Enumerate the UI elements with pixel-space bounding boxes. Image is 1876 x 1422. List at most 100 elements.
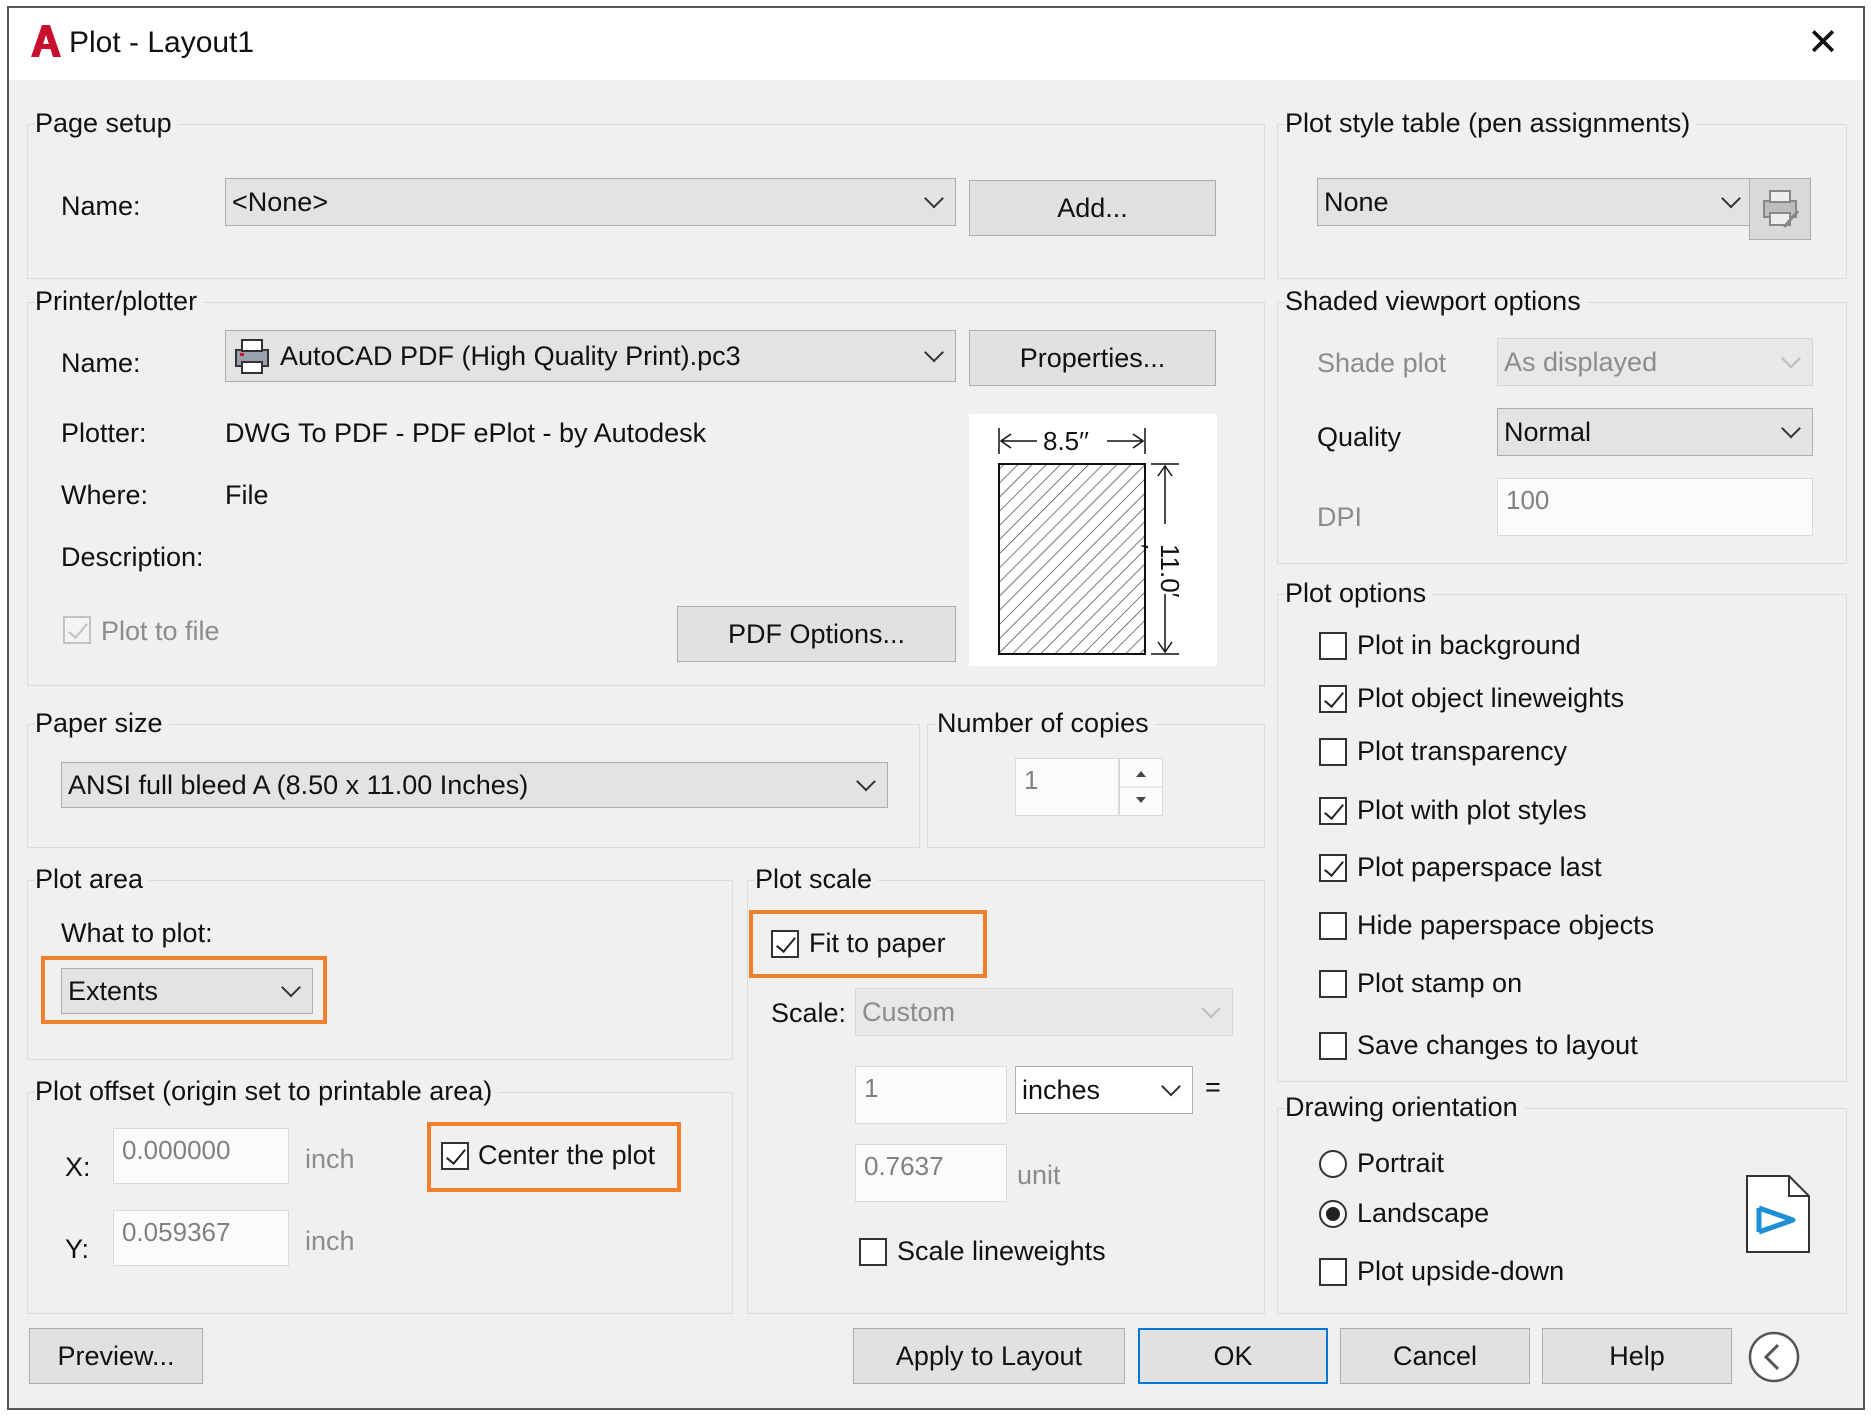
preview-width-label: 8.5′′ (1043, 426, 1089, 456)
printer-icon (235, 339, 269, 374)
upside-down-label: Plot upside-down (1357, 1256, 1565, 1286)
printer-name-value: AutoCAD PDF (High Quality Print).pc3 (280, 340, 741, 371)
plot-to-file-label: Plot to file (101, 616, 220, 646)
copies-spinner[interactable] (1119, 758, 1163, 816)
autocad-logo-icon (31, 25, 61, 57)
scale-select[interactable]: Custom (855, 988, 1233, 1036)
copies-heading: Number of copies (937, 708, 1155, 739)
plot-option-label: Plot paperspace last (1357, 852, 1602, 882)
what-to-plot-select[interactable]: Extents (61, 968, 313, 1014)
offset-x-unit: inch (305, 1144, 355, 1174)
close-icon[interactable]: ✕ (1807, 24, 1839, 62)
scale-lineweights-checkbox[interactable] (859, 1238, 887, 1266)
center-plot-checkbox[interactable] (441, 1142, 469, 1170)
plot-option-checkbox[interactable] (1319, 797, 1347, 825)
ok-button[interactable]: OK (1138, 1328, 1328, 1384)
chevron-down-icon (1781, 348, 1801, 369)
preview-height-label: 11.0′′ (1124, 544, 1185, 598)
style-table-select[interactable]: None (1317, 178, 1753, 226)
scale-unit-value: inches (1022, 1074, 1101, 1105)
plot-option-checkbox[interactable] (1319, 632, 1347, 660)
fit-to-paper-label: Fit to paper (809, 928, 946, 958)
edit-style-button[interactable] (1749, 178, 1811, 240)
arrow-down-icon[interactable] (1136, 797, 1146, 803)
chevron-down-icon (924, 342, 944, 363)
paper-size-select[interactable]: ANSI full bleed A (8.50 x 11.00 Inches) (61, 762, 888, 808)
shade-plot-label: Shade plot (1317, 348, 1447, 378)
portrait-radio[interactable] (1319, 1150, 1347, 1178)
printer-edit-icon (1763, 190, 1800, 228)
apply-to-layout-button[interactable]: Apply to Layout (853, 1328, 1125, 1384)
style-table-heading: Plot style table (pen assignments) (1285, 108, 1697, 139)
plot-option-label: Plot with plot styles (1357, 795, 1587, 825)
page-setup-heading: Page setup (35, 108, 178, 139)
plot-dialog: Plot - Layout1 ✕ Page setup Name: <None>… (7, 6, 1865, 1410)
printer-name-select[interactable]: AutoCAD PDF (High Quality Print).pc3 (225, 330, 956, 382)
scale-unit2-label: unit (1017, 1160, 1061, 1190)
what-to-plot-value: Extents (68, 975, 159, 1006)
plotter-value: DWG To PDF - PDF ePlot - by Autodesk (225, 418, 707, 448)
scale-value1-input[interactable]: 1 (855, 1066, 1007, 1124)
dpi-input[interactable]: 100 (1497, 478, 1813, 536)
plot-option-checkbox[interactable] (1319, 685, 1347, 713)
fit-to-paper-checkbox[interactable] (771, 930, 799, 958)
scale-label: Scale: (771, 998, 847, 1028)
properties-button[interactable]: Properties... (969, 330, 1216, 386)
plot-option-label: Save changes to layout (1357, 1030, 1638, 1060)
page-setup-name-select[interactable]: <None> (225, 178, 956, 226)
paper-preview: 8.5′′ 11.0′′ (969, 414, 1217, 666)
scale-unit-select[interactable]: inches (1015, 1066, 1193, 1114)
plot-option-label: Plot in background (1357, 630, 1581, 660)
scale-value2-input[interactable]: 0.7637 (855, 1144, 1007, 1202)
style-table-value: None (1324, 186, 1389, 217)
offset-y-input[interactable]: 0.059367 (113, 1210, 289, 1266)
plot-option-checkbox[interactable] (1319, 854, 1347, 882)
printer-name-label: Name: (61, 348, 141, 378)
what-to-plot-label: What to plot: (61, 918, 213, 948)
plot-option-checkbox[interactable] (1319, 970, 1347, 998)
where-value: File (225, 480, 269, 510)
offset-y-label: Y: (65, 1234, 90, 1264)
printer-heading: Printer/plotter (35, 286, 204, 317)
dpi-label: DPI (1317, 502, 1363, 532)
pdf-options-button[interactable]: PDF Options... (677, 606, 956, 662)
portrait-label: Portrait (1357, 1148, 1445, 1178)
plot-to-file-checkbox[interactable] (63, 616, 91, 644)
upside-down-checkbox[interactable] (1319, 1258, 1347, 1286)
chevron-down-icon (1201, 998, 1221, 1019)
scale-equals: = (1205, 1072, 1221, 1102)
paper-size-value: ANSI full bleed A (8.50 x 11.00 Inches) (68, 769, 529, 800)
arrow-up-icon[interactable] (1136, 771, 1146, 777)
plot-option-checkbox[interactable] (1319, 1032, 1347, 1060)
quality-value: Normal (1504, 416, 1592, 447)
quality-select[interactable]: Normal (1497, 408, 1813, 456)
add-button[interactable]: Add... (969, 180, 1216, 236)
chevron-down-icon (281, 977, 301, 998)
help-button[interactable]: Help (1542, 1328, 1732, 1384)
shade-plot-select[interactable]: As displayed (1497, 338, 1813, 386)
description-label: Description: (61, 542, 204, 572)
orientation-heading: Drawing orientation (1285, 1092, 1524, 1123)
scale-value: Custom (862, 996, 956, 1027)
plot-option-label: Hide paperspace objects (1357, 910, 1655, 940)
offset-x-input[interactable]: 0.000000 (113, 1128, 289, 1184)
page-setup-name-value: <None> (232, 186, 329, 217)
landscape-label: Landscape (1357, 1198, 1490, 1228)
title-bar[interactable]: Plot - Layout1 ✕ (9, 8, 1863, 80)
landscape-orientation-icon (1746, 1175, 1810, 1253)
plot-option-label: Plot transparency (1357, 736, 1568, 766)
plot-option-checkbox[interactable] (1319, 912, 1347, 940)
plot-option-label: Plot object lineweights (1357, 683, 1625, 713)
shaded-heading: Shaded viewport options (1285, 286, 1587, 317)
chevron-down-icon (1721, 188, 1741, 209)
plot-option-checkbox[interactable] (1319, 738, 1347, 766)
collapse-arrow-icon[interactable] (1747, 1330, 1801, 1384)
cancel-button[interactable]: Cancel (1340, 1328, 1530, 1384)
preview-button[interactable]: Preview... (29, 1328, 203, 1384)
copies-input[interactable]: 1 (1015, 758, 1119, 816)
plot-offset-heading: Plot offset (origin set to printable are… (35, 1076, 499, 1107)
landscape-radio[interactable] (1319, 1200, 1347, 1228)
plotter-label: Plotter: (61, 418, 147, 448)
chevron-down-icon (1161, 1076, 1181, 1097)
chevron-down-icon (856, 771, 876, 792)
